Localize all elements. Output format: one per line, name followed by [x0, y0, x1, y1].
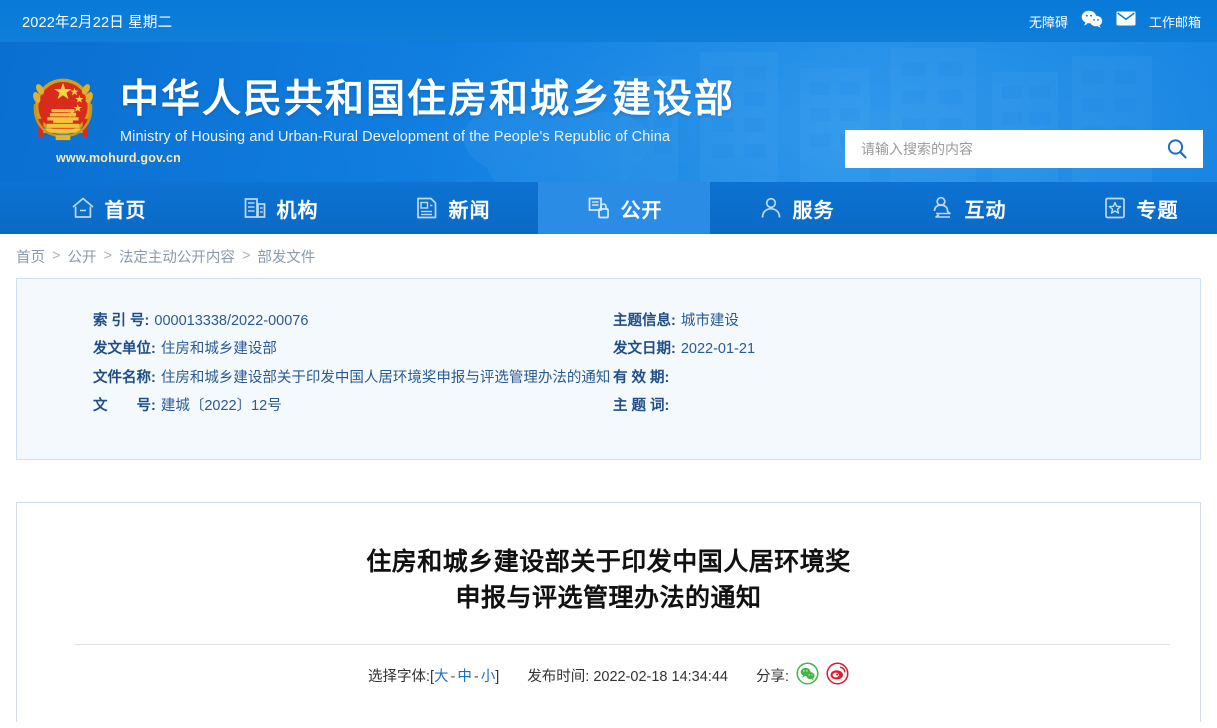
publish-time-label: 发布时间: — [527, 669, 590, 685]
accessibility-link[interactable]: 无障碍 — [1029, 12, 1068, 31]
document-title-line-1: 住房和城乡建设部关于印发中国人居环境奖 — [366, 548, 851, 576]
nav-item-interaction[interactable]: 互动 — [882, 182, 1054, 234]
nav-label: 新闻 — [448, 199, 491, 222]
person-service-icon — [761, 197, 780, 218]
meta-row-issue-date: 发文日期: 2022-01-21 — [613, 335, 1200, 363]
site-title-en: Ministry of Housing and Urban-Rural Deve… — [120, 129, 671, 146]
nav-item-home[interactable]: 首页 — [22, 182, 194, 234]
breadcrumb-separator: > — [103, 248, 112, 264]
current-date: 2022年2月22日 星期二 — [22, 14, 173, 31]
search-box[interactable] — [845, 130, 1203, 168]
envelope-icon[interactable] — [1116, 11, 1136, 31]
font-size-selector: 选择字体:[大 - 中 - 小] — [368, 665, 499, 686]
work-mail-link[interactable]: 工作邮箱 — [1149, 12, 1201, 31]
meta-row-issuing-unit: 发文单位: 住房和城乡建设部 — [93, 335, 613, 363]
site-brand: 中华人民共和国住房和城乡建设部 Ministry of Housing and … — [56, 77, 736, 165]
metadata-grid: 索 引 号: 000013338/2022-00076 发文单位: 住房和城乡建… — [17, 307, 1200, 420]
document-card: 住房和城乡建设部关于印发中国人居环境奖 申报与评选管理办法的通知 选择字体:[大… — [16, 502, 1201, 722]
meta-row-file-name: 文件名称: 住房和城乡建设部关于印发中国人居环境奖申报与评选管理办法的通知 — [93, 364, 613, 392]
font-size-medium-link[interactable]: 中 — [457, 669, 472, 685]
page-title: 住房和城乡建设部关于印发中国人居环境奖 申报与评选管理办法的通知 — [17, 503, 1200, 616]
publish-time-value: 2022-02-18 14:34:44 — [593, 669, 728, 685]
nav-label: 互动 — [964, 199, 1007, 222]
star-topic-icon — [1104, 197, 1125, 219]
font-size-large-link[interactable]: 大 — [434, 669, 449, 685]
search-icon — [1167, 139, 1187, 159]
breadcrumb-item-1[interactable]: 公开 — [67, 246, 96, 267]
breadcrumb-item-3[interactable]: 部发文件 — [257, 246, 315, 267]
font-size-label: 选择字体: — [367, 669, 431, 685]
meta-row-document-number: 文 号: 建城〔2022〕12号 — [93, 392, 613, 420]
wechat-icon[interactable] — [1081, 10, 1103, 33]
meta-row-validity-period: 有 效 期: — [613, 364, 1200, 392]
site-url: www.mohurd.gov.cn — [56, 150, 181, 165]
page-content: 索 引 号: 000013338/2022-00076 发文单位: 住房和城乡建… — [16, 278, 1201, 722]
main-navigation: 首页 机构 新闻 公开 服务 互动 专题 — [0, 182, 1217, 234]
meta-row-keywords: 主 题 词: — [613, 392, 1200, 420]
home-icon — [71, 197, 94, 218]
share-label: 分享: — [755, 669, 790, 685]
metadata-column-left: 索 引 号: 000013338/2022-00076 发文单位: 住房和城乡建… — [93, 307, 613, 420]
meta-value: 住房和城乡建设部 — [160, 341, 277, 358]
meta-row-topic-info: 主题信息: 城市建设 — [613, 307, 1200, 335]
document-title-line-2: 申报与评选管理办法的通知 — [455, 583, 762, 612]
meta-label: 发文日期: — [613, 341, 676, 358]
meta-value: 2022-01-21 — [680, 341, 756, 358]
nav-label: 服务 — [792, 199, 835, 222]
font-size-separator: - — [473, 669, 479, 685]
nav-label: 首页 — [104, 199, 147, 222]
nav-label: 公开 — [620, 199, 663, 222]
interaction-icon — [933, 196, 951, 218]
nav-item-topic[interactable]: 专题 — [1054, 182, 1217, 234]
meta-label: 发文单位: — [93, 341, 156, 358]
nav-item-open-info[interactable]: 公开 — [538, 182, 710, 234]
meta-value: 住房和城乡建设部关于印发中国人居环境奖申报与评选管理办法的通知 — [160, 369, 611, 386]
meta-value: 城市建设 — [680, 313, 739, 329]
bracket-close: ] — [495, 669, 500, 685]
meta-label: 文件名称: — [93, 369, 156, 386]
share-block: 分享: — [756, 662, 849, 689]
meta-label: 主题信息: — [613, 313, 676, 329]
meta-label: 有 效 期: — [613, 369, 670, 386]
title-divider — [75, 644, 1170, 645]
weibo-share-icon[interactable] — [826, 662, 849, 689]
top-utility-links: 无障碍 工作邮箱 — [1029, 10, 1201, 33]
meta-value: 000013338/2022-00076 — [154, 313, 309, 329]
open-info-icon — [588, 197, 609, 219]
document-toolbar: 选择字体:[大 - 中 - 小] 发布时间: 2022-02-18 14:34:44 分… — [17, 662, 1200, 689]
nav-item-news[interactable]: 新闻 — [366, 182, 538, 234]
national-emblem-icon — [33, 78, 93, 141]
meta-label: 文 号: — [93, 397, 156, 414]
meta-row-index-number: 索 引 号: 000013338/2022-00076 — [93, 307, 613, 335]
meta-label: 主 题 词: — [613, 397, 670, 414]
nav-item-service[interactable]: 服务 — [710, 182, 882, 234]
search-button[interactable] — [1161, 137, 1193, 161]
document-metadata-card: 索 引 号: 000013338/2022-00076 发文单位: 住房和城乡建… — [16, 278, 1201, 460]
top-utility-bar: 2022年2月22日 星期二 无障碍 工作邮箱 — [0, 0, 1217, 42]
breadcrumb-separator: > — [52, 248, 61, 264]
meta-label: 索 引 号: — [93, 313, 150, 329]
building-icon — [244, 198, 265, 218]
nav-item-organization[interactable]: 机构 — [194, 182, 366, 234]
meta-value: 建城〔2022〕12号 — [160, 397, 282, 414]
nav-label: 机构 — [276, 199, 319, 222]
breadcrumb: 首页 > 公开 > 法定主动公开内容 > 部发文件 — [0, 234, 1217, 278]
font-size-separator: - — [450, 669, 456, 685]
nav-label: 专题 — [1136, 199, 1179, 222]
news-document-icon — [416, 197, 436, 219]
breadcrumb-item-2[interactable]: 法定主动公开内容 — [119, 246, 235, 267]
banner-content: 中华人民共和国住房和城乡建设部 Ministry of Housing and … — [0, 42, 1217, 182]
site-banner: 中华人民共和国住房和城乡建设部 Ministry of Housing and … — [0, 42, 1217, 182]
search-input[interactable] — [861, 141, 1161, 157]
breadcrumb-item-0[interactable]: 首页 — [16, 246, 45, 267]
metadata-column-right: 主题信息: 城市建设 发文日期: 2022-01-21 有 效 期: 主 题 词… — [613, 307, 1200, 420]
breadcrumb-separator: > — [241, 248, 251, 264]
font-size-small-link[interactable]: 小 — [481, 669, 496, 685]
publish-time-block: 发布时间: 2022-02-18 14:34:44 — [527, 665, 728, 686]
site-title-cn: 中华人民共和国住房和城乡建设部 — [120, 77, 736, 121]
wechat-share-icon[interactable] — [796, 662, 819, 689]
